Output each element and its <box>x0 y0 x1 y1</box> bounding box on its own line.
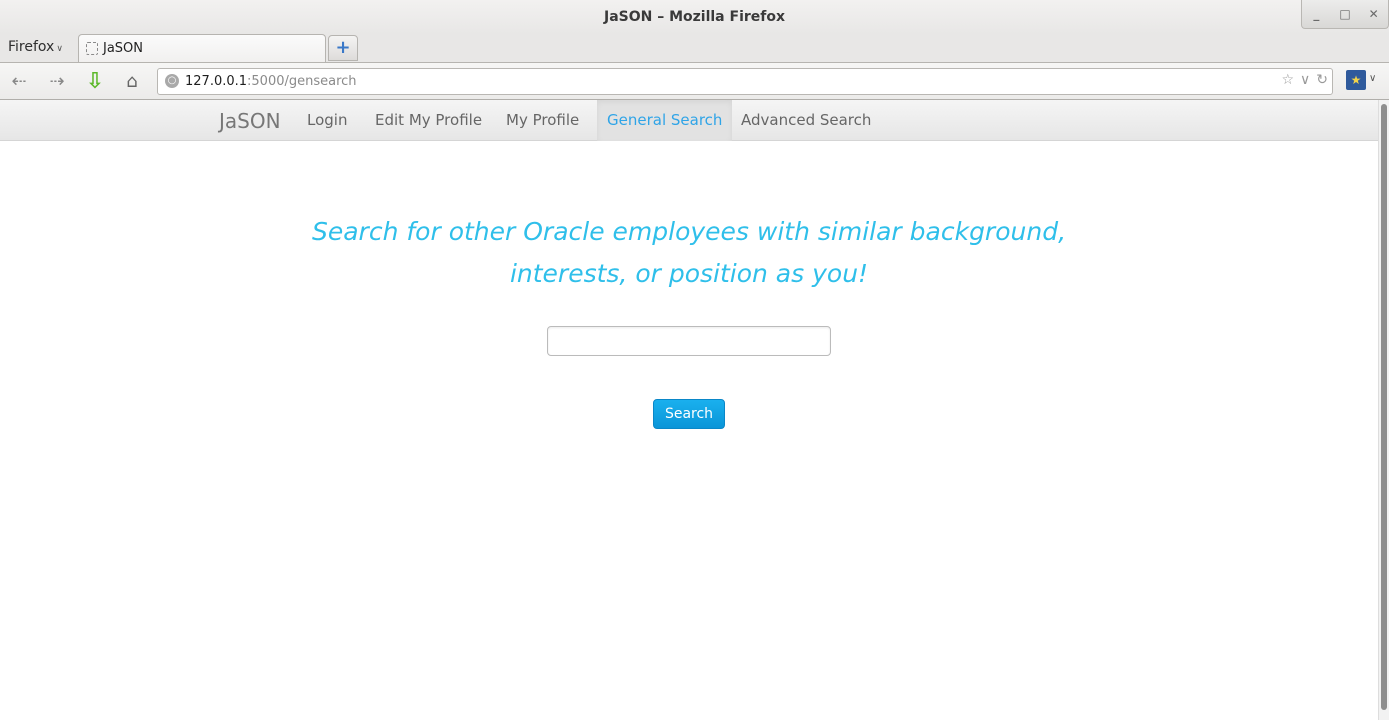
forward-icon[interactable]: ⇢ <box>45 70 69 92</box>
globe-icon: ○ <box>165 74 179 88</box>
chevron-down-icon[interactable]: ∨ <box>1369 73 1376 84</box>
new-tab-button[interactable]: + <box>328 35 358 61</box>
minimize-button[interactable]: _ <box>1302 0 1331 28</box>
reload-icon[interactable]: ↻ <box>1316 72 1328 88</box>
url-path: :5000/gensearch <box>247 74 357 89</box>
url-host: 127.0.0.1 <box>185 74 248 89</box>
scrollbar-thumb[interactable] <box>1381 104 1387 710</box>
close-button[interactable]: ✕ <box>1359 0 1388 28</box>
window-titlebar: JaSON – Mozilla Firefox _ □ ✕ <box>0 0 1389 34</box>
page-headline-line-1: Search for other Oracle employees with s… <box>311 217 1067 246</box>
tab-label: JaSON <box>103 41 144 56</box>
url-actions: ☆ ∨ ↻ <box>1281 72 1328 88</box>
vertical-scrollbar[interactable] <box>1378 100 1389 720</box>
navigation-toolbar: ⇠ ⇢ ⇩ ⌂ ○ 127.0.0.1:5000/gensearch ☆ ∨ ↻… <box>0 62 1389 100</box>
firefox-menu-button[interactable]: Firefox ∨ <box>8 39 63 55</box>
nav-advanced-search[interactable]: Advanced Search <box>731 100 881 141</box>
page-icon <box>86 42 98 55</box>
nav-general-search[interactable]: General Search <box>597 100 733 141</box>
window-title: JaSON – Mozilla Firefox <box>603 9 786 25</box>
site-navbar: JaSON Login Edit My Profile My Profile G… <box>0 100 1378 141</box>
page-viewport: JaSON Login Edit My Profile My Profile G… <box>0 100 1378 720</box>
firefox-menu-label: Firefox <box>8 39 55 55</box>
page-headline-line-2: interests, or position as you! <box>509 259 869 288</box>
download-icon[interactable]: ⇩ <box>83 69 107 94</box>
back-icon[interactable]: ⇠ <box>7 70 31 92</box>
bookmarks-icon[interactable]: ★ <box>1346 70 1366 90</box>
bookmark-star-icon[interactable]: ☆ <box>1281 72 1294 88</box>
tab-jason[interactable]: JaSON <box>78 34 326 62</box>
search-button[interactable]: Search <box>653 399 725 429</box>
site-brand[interactable]: JaSON <box>219 109 281 133</box>
url-text: 127.0.0.1:5000/gensearch <box>185 74 357 89</box>
chevron-down-icon: ∨ <box>56 44 63 54</box>
nav-login[interactable]: Login <box>297 100 357 141</box>
home-icon[interactable]: ⌂ <box>120 70 144 92</box>
history-dropdown-icon[interactable]: ∨ <box>1300 72 1310 88</box>
url-bar[interactable]: ○ 127.0.0.1:5000/gensearch ☆ ∨ ↻ <box>157 68 1333 95</box>
maximize-button[interactable]: □ <box>1331 0 1360 28</box>
nav-my-profile[interactable]: My Profile <box>496 100 589 141</box>
window-controls: _ □ ✕ <box>1301 0 1389 29</box>
tab-strip: Firefox ∨ JaSON + <box>0 34 1389 62</box>
nav-edit-my-profile[interactable]: Edit My Profile <box>365 100 492 141</box>
search-input[interactable] <box>547 326 831 356</box>
